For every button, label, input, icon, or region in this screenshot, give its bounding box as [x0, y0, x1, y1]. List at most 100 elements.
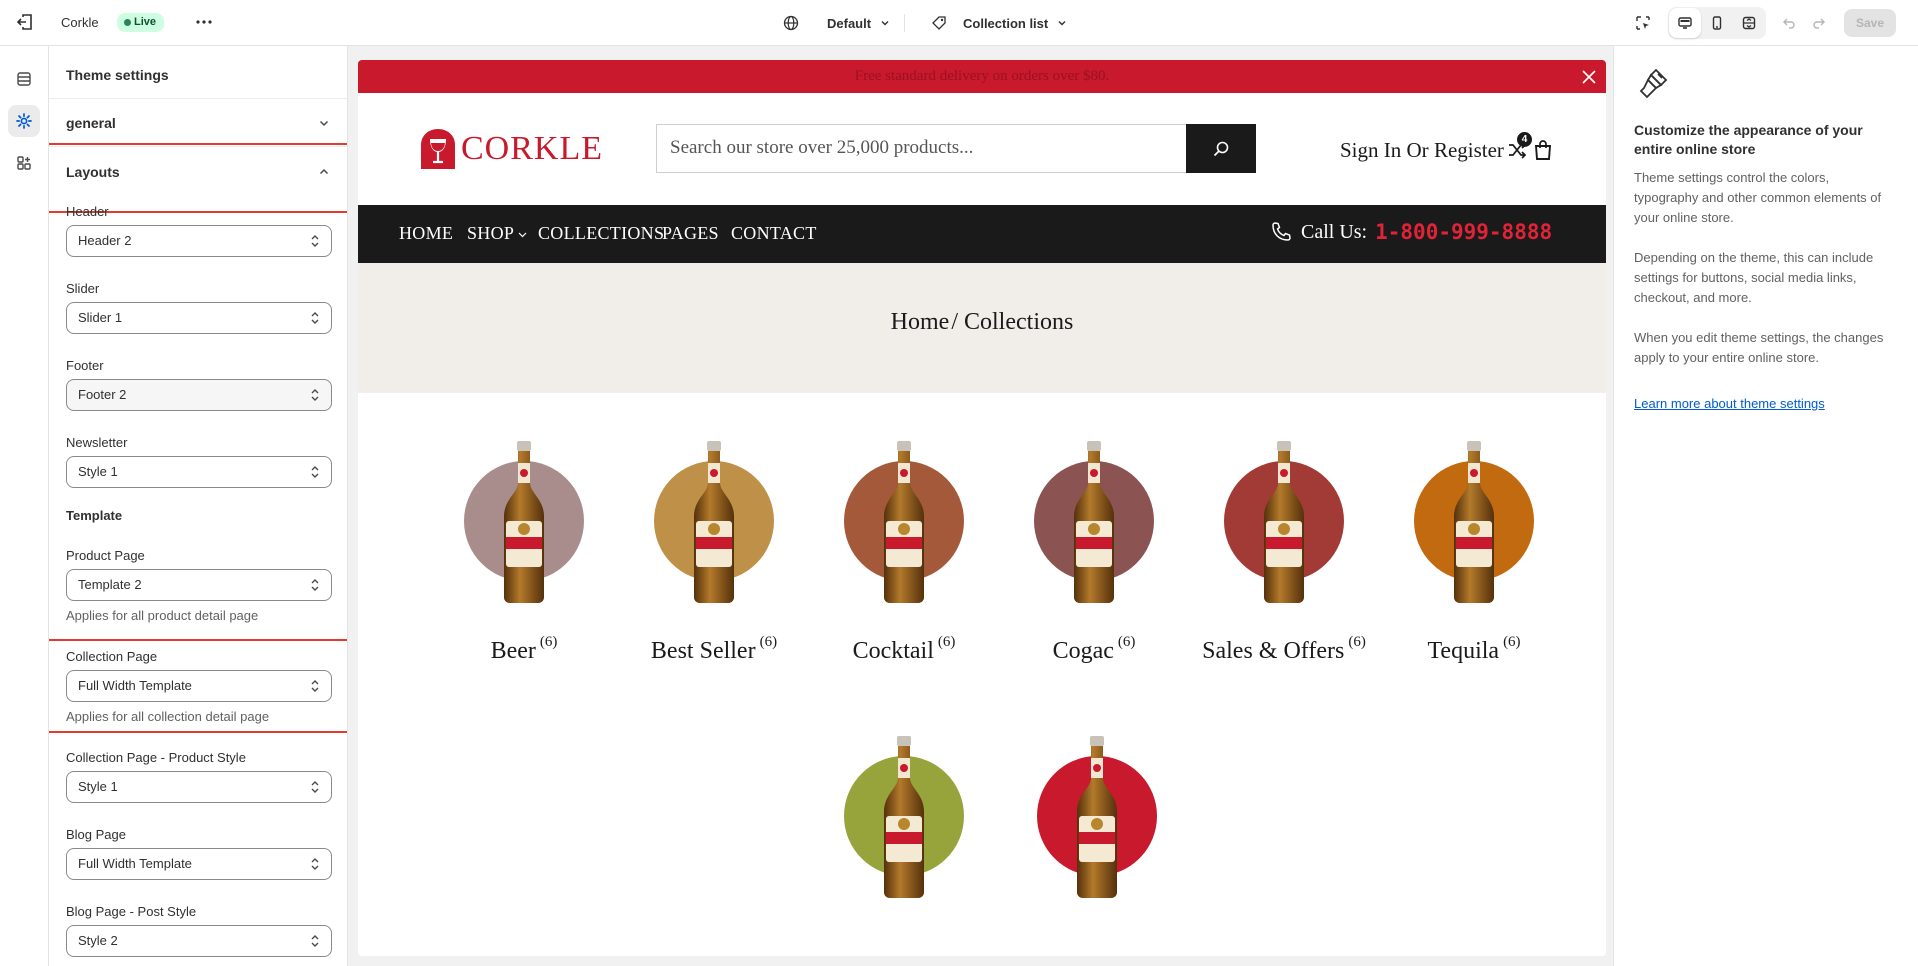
beer-bottle-image: [500, 441, 548, 603]
info-paragraph-1: Theme settings control the colors, typog…: [1634, 170, 1882, 225]
info-paragraph-2: Depending on the theme, this can include…: [1634, 250, 1874, 305]
collection-product-style-field-label: Collection Page - Product Style: [66, 750, 246, 765]
close-icon[interactable]: [1580, 68, 1598, 86]
breadcrumb-banner: Home/Collections: [358, 263, 1606, 393]
divider: [49, 98, 347, 99]
nav-item-collections[interactable]: COLLECTIONS: [538, 223, 664, 244]
template-heading: Template: [66, 508, 123, 523]
blog-page-select[interactable]: Full Width Template: [66, 848, 332, 880]
collection-page-help: Applies for all collection detail page: [66, 709, 270, 724]
exit-icon[interactable]: [14, 11, 36, 33]
panel-title: Theme settings: [66, 67, 169, 83]
register-link[interactable]: Register: [1434, 138, 1504, 162]
account-or-text: Or: [1406, 138, 1429, 162]
sign-in-link[interactable]: Sign In: [1340, 138, 1401, 162]
collection-name[interactable]: Cocktail (6): [804, 634, 1004, 665]
theme-selector[interactable]: Default: [783, 13, 891, 33]
redo-icon[interactable]: [1804, 8, 1834, 38]
collection-card[interactable]: Cocktail (6): [824, 441, 984, 681]
collection-card[interactable]: Cogac (6): [1014, 441, 1174, 681]
storefront-preview: Free standard delivery on orders over $8…: [358, 60, 1606, 956]
search-button[interactable]: [1186, 124, 1256, 173]
header-select[interactable]: Header 2: [66, 225, 332, 257]
collection-product-style-select[interactable]: Style 1: [66, 771, 332, 803]
breadcrumb-home[interactable]: Home: [891, 309, 950, 335]
editor-topbar: Corkle Live Default Collection list Save: [0, 0, 1918, 46]
collection-card[interactable]: [1017, 736, 1177, 956]
more-actions-icon[interactable]: [193, 11, 215, 33]
select-chevron-icon: [311, 466, 319, 478]
collection-card[interactable]: [824, 736, 984, 956]
section-general[interactable]: general: [66, 110, 331, 136]
collection-card[interactable]: Beer (6): [444, 441, 604, 681]
apps-icon[interactable]: [8, 147, 40, 179]
template-selector[interactable]: Collection list: [931, 13, 1068, 33]
theme-settings-gear-icon[interactable]: [8, 105, 40, 137]
call-us-label: Call Us:: [1301, 220, 1368, 243]
nav-item-contact[interactable]: CONTACT: [731, 223, 817, 244]
footer-select[interactable]: Footer 2: [66, 379, 332, 411]
chevron-up-icon: [319, 168, 329, 175]
info-heading: Customize the appearance of your entire …: [1634, 122, 1863, 157]
collection-name[interactable]: Cogac (6): [994, 634, 1194, 665]
blog-page-select-value: Full Width Template: [78, 856, 192, 871]
undo-icon[interactable]: [1774, 8, 1804, 38]
chevron-down-icon: [881, 21, 889, 26]
newsletter-select[interactable]: Style 1: [66, 456, 332, 488]
breadcrumb: Home/Collections: [358, 309, 1606, 336]
blog-post-style-select-value: Style 2: [78, 933, 118, 948]
search-placeholder: Search our store over 25,000 products...: [670, 137, 974, 158]
blog-post-style-select[interactable]: Style 2: [66, 925, 332, 957]
blog-page-field-label: Blog Page: [66, 827, 126, 842]
product-page-select[interactable]: Template 2: [66, 569, 332, 601]
logo-text: CORKLE: [461, 130, 603, 167]
blog-post-style-field-label: Blog Page - Post Style: [66, 904, 197, 919]
inspector-icon[interactable]: [1628, 8, 1658, 38]
collection-product-style-select-value: Style 1: [78, 779, 118, 794]
collection-title: Best Seller: [650, 638, 756, 664]
collection-card[interactable]: Tequila (6): [1394, 441, 1554, 681]
announcement-text: Free standard delivery on orders over $8…: [854, 68, 1110, 84]
store-search-input[interactable]: Search our store over 25,000 products...: [656, 124, 1187, 173]
save-button[interactable]: Save: [1844, 9, 1896, 37]
fullscreen-view-icon[interactable]: [1733, 8, 1765, 38]
cart-bag-icon[interactable]: [1533, 139, 1553, 161]
product-page-select-value: Template 2: [78, 577, 142, 592]
collection-card[interactable]: Best Seller (6): [634, 441, 794, 681]
collection-card[interactable]: Sales & Offers (6): [1202, 441, 1366, 681]
wine-glass-logo-icon: [421, 129, 455, 169]
select-chevron-icon: [311, 389, 319, 401]
nav-item-shop[interactable]: SHOP: [467, 223, 527, 244]
announcement-bar: Free standard delivery on orders over $8…: [358, 60, 1606, 93]
collection-name[interactable]: Sales & Offers (6): [1184, 634, 1384, 665]
info-paragraph-3: When you edit theme settings, the change…: [1634, 330, 1884, 365]
breadcrumb-separator: /: [951, 309, 958, 335]
store-logo[interactable]: CORKLE: [419, 127, 603, 171]
select-chevron-icon: [311, 680, 319, 692]
select-chevron-icon: [311, 781, 319, 793]
slider-select[interactable]: Slider 1: [66, 302, 332, 334]
collection-name[interactable]: Best Seller (6): [614, 634, 814, 665]
collection-page-select[interactable]: Full Width Template: [66, 670, 332, 702]
call-us-number[interactable]: 1-800-999-8888: [1375, 220, 1552, 244]
nav-item-pages[interactable]: PAGES: [662, 223, 719, 244]
collection-count: (6): [1503, 634, 1521, 650]
learn-more-link[interactable]: Learn more about theme settings: [1634, 396, 1825, 411]
storefront-preview-area: Free standard delivery on orders over $8…: [348, 46, 1613, 966]
slider-select-value: Slider 1: [78, 310, 123, 325]
collection-count: (6): [759, 634, 778, 650]
mobile-view-icon[interactable]: [1701, 8, 1733, 38]
compare-count-badge: 4: [1517, 132, 1532, 147]
nav-item-home[interactable]: HOME: [399, 223, 453, 244]
search-icon: [1213, 141, 1229, 156]
beer-bottle-image: [690, 441, 738, 603]
collection-name[interactable]: Tequila (6): [1374, 634, 1574, 665]
section-layouts[interactable]: Layouts: [66, 159, 331, 185]
collection-name[interactable]: Beer (6): [424, 634, 624, 665]
collection-count: (6): [1117, 634, 1136, 650]
desktop-view-icon[interactable]: [1669, 8, 1701, 38]
beer-bottle-image: [1450, 441, 1498, 603]
beer-bottle-image: [880, 441, 928, 603]
collection-title: Cocktail: [852, 638, 934, 664]
sections-icon[interactable]: [8, 63, 40, 95]
